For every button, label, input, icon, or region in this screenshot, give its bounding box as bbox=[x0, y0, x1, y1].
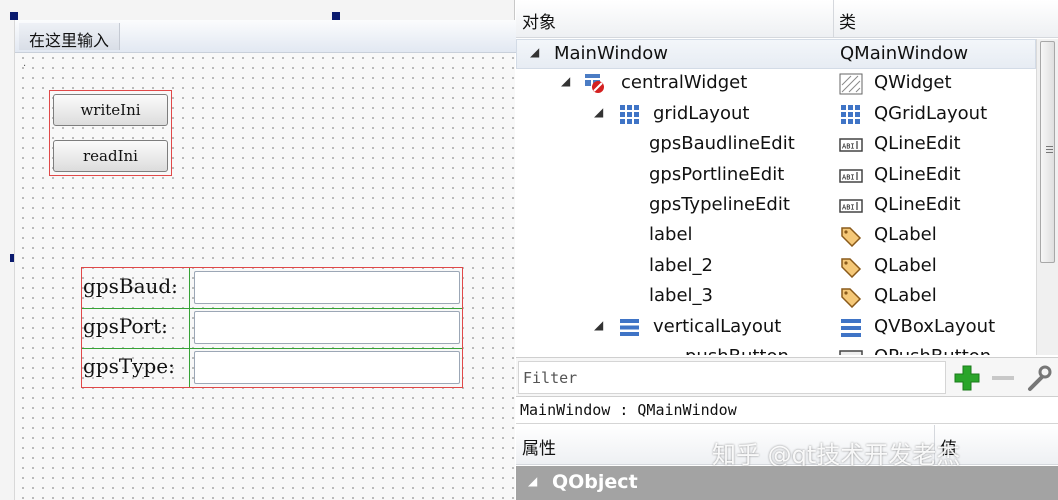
property-group-qobject[interactable]: ◢ QObject bbox=[516, 466, 1058, 500]
svg-text:ABI: ABI bbox=[842, 204, 855, 212]
tree-row-label-3[interactable]: label_3 QLabel bbox=[516, 282, 1036, 312]
object-name: pushButton bbox=[685, 346, 789, 355]
property-editor-header: 属性 值 知乎 @qt技术开发老杰 bbox=[516, 425, 1058, 469]
tree-row-gpsportlineedit[interactable]: gpsPortlineEdit ABI QLineEdit bbox=[516, 161, 1036, 191]
gps-port-label: gpsPort: bbox=[83, 314, 168, 338]
tree-row-gpsbaudlineedit[interactable]: gpsBaudlineEdit ABI QLineEdit bbox=[516, 130, 1036, 160]
write-ini-button[interactable]: writeIni bbox=[53, 94, 168, 126]
tree-row-label[interactable]: label QLabel bbox=[516, 221, 1036, 251]
watermark-text: 知乎 @qt技术开发老杰 bbox=[712, 441, 961, 469]
object-name: centralWidget bbox=[621, 72, 748, 94]
label-tag-icon bbox=[841, 258, 862, 278]
gps-type-line-edit[interactable] bbox=[194, 351, 460, 384]
object-name: gpsBaudlineEdit bbox=[649, 133, 795, 155]
object-name: gpsPortlineEdit bbox=[649, 163, 785, 185]
gps-port-line-edit[interactable] bbox=[194, 311, 460, 344]
tree-row-verticallayout[interactable]: ◢ verticalLayout QVBoxLayout bbox=[516, 313, 1036, 343]
vbox-layout-icon bbox=[841, 318, 861, 337]
tree-vertical-scrollbar[interactable] bbox=[1036, 39, 1058, 355]
class-name: QLabel bbox=[874, 224, 937, 246]
vbox-layout-icon bbox=[620, 318, 639, 336]
class-name: QLabel bbox=[874, 285, 937, 307]
object-name: gpsTypelineEdit bbox=[649, 194, 790, 215]
object-name: label_2 bbox=[649, 254, 713, 276]
grid-row-type: gpsType: bbox=[82, 348, 462, 388]
class-column-header[interactable]: 类 bbox=[839, 8, 856, 33]
line-edit-icon: ABI bbox=[839, 138, 863, 152]
grid-layout-icon bbox=[620, 104, 639, 124]
resize-handle-top-left[interactable] bbox=[10, 12, 18, 20]
header-separator bbox=[833, 0, 834, 38]
qt-designer-window: 在这里输入 . writeIni readIni gpsBaud: gpsPor… bbox=[0, 0, 1058, 500]
add-plus-icon[interactable] bbox=[952, 363, 982, 393]
grid-layout-icon bbox=[841, 104, 860, 124]
class-name: QWidget bbox=[874, 72, 952, 94]
object-name: label_3 bbox=[649, 285, 713, 307]
wrench-icon[interactable] bbox=[1024, 363, 1054, 393]
class-name: QLineEdit bbox=[874, 163, 961, 185]
grip-line bbox=[1046, 152, 1053, 153]
tree-row-centralwidget[interactable]: ◢ centralWidget QWidget bbox=[516, 69, 1036, 99]
expand-arrow-icon[interactable]: ◢ bbox=[528, 474, 537, 488]
object-column-header[interactable]: 对象 bbox=[522, 8, 556, 33]
grid-layout-box[interactable]: gpsBaud: gpsPort: gpsType: bbox=[81, 267, 463, 388]
broken-layout-icon bbox=[585, 74, 604, 94]
gps-baud-line-edit[interactable] bbox=[194, 271, 460, 304]
svg-text:ABI: ABI bbox=[842, 173, 855, 181]
form-editor-area: 在这里输入 . writeIni readIni gpsBaud: gpsPor… bbox=[0, 0, 516, 500]
tree-row-gridlayout[interactable]: ◢ gridLayout QGridLayout bbox=[516, 100, 1036, 130]
resize-handle-top[interactable] bbox=[332, 12, 340, 20]
line-edit-icon: ABI bbox=[839, 199, 863, 213]
class-name: QLineEdit bbox=[874, 133, 961, 155]
read-ini-button[interactable]: readIni bbox=[53, 140, 168, 172]
toolbar-marker: . bbox=[23, 58, 27, 69]
property-group-label: QObject bbox=[552, 471, 638, 493]
class-name: QLabel bbox=[874, 254, 937, 276]
class-name: QPushButton bbox=[874, 346, 991, 355]
filter-bar: Filter bbox=[516, 357, 1058, 397]
object-tree: ◢ MainWindow QMainWindow ◢ centralWidget… bbox=[516, 39, 1036, 355]
widget-icon bbox=[839, 73, 863, 95]
filter-input[interactable]: Filter bbox=[518, 361, 946, 394]
label-tag-icon bbox=[841, 227, 862, 248]
object-name: gridLayout bbox=[653, 102, 750, 124]
tree-row-label-2[interactable]: label_2 QLabel bbox=[516, 252, 1036, 282]
class-name: QGridLayout bbox=[874, 102, 988, 124]
class-name: QLineEdit bbox=[874, 194, 961, 215]
expand-arrow-icon[interactable]: ◢ bbox=[594, 105, 603, 119]
expand-arrow-icon[interactable]: ◢ bbox=[530, 45, 539, 59]
tree-row-mainwindow[interactable]: ◢ MainWindow QMainWindow bbox=[516, 39, 1036, 70]
object-inspector: 对象 类 ◢ MainWindow QMainWindow ◢ centralW… bbox=[516, 0, 1058, 500]
object-name: MainWindow bbox=[554, 43, 668, 64]
remove-minus-icon[interactable] bbox=[988, 363, 1018, 393]
object-name: verticalLayout bbox=[653, 315, 782, 337]
vertical-layout-box[interactable]: writeIni readIni bbox=[49, 90, 172, 176]
grip-line bbox=[1046, 149, 1053, 150]
gps-baud-label: gpsBaud: bbox=[83, 274, 178, 298]
class-name: QVBoxLayout bbox=[874, 315, 996, 337]
expand-arrow-icon[interactable]: ◢ bbox=[594, 318, 603, 332]
scrollbar-thumb[interactable] bbox=[1040, 41, 1055, 263]
grip-line bbox=[1046, 146, 1053, 147]
tree-row-pushbutton[interactable]: pushButton OK QPushButton bbox=[516, 343, 1036, 355]
object-name: label bbox=[649, 224, 693, 246]
form-menu-bar: 在这里输入 bbox=[15, 20, 516, 53]
selected-object-path: MainWindow : QMainWindow bbox=[516, 398, 1058, 424]
main-window-form[interactable]: 在这里输入 . writeIni readIni gpsBaud: gpsPor… bbox=[14, 20, 516, 500]
grid-row-port: gpsPort: bbox=[82, 308, 462, 348]
grid-row-baud: gpsBaud: bbox=[82, 268, 462, 308]
inspector-header: 对象 类 bbox=[516, 0, 1058, 38]
svg-text:ABI: ABI bbox=[842, 143, 855, 151]
line-edit-icon: ABI bbox=[839, 168, 863, 183]
push-button-icon: OK bbox=[839, 350, 863, 355]
label-tag-icon bbox=[841, 288, 862, 309]
property-column-header[interactable]: 属性 bbox=[522, 434, 556, 459]
menu-type-here[interactable]: 在这里输入 bbox=[19, 23, 121, 50]
gps-type-label: gpsType: bbox=[83, 354, 175, 378]
expand-arrow-icon[interactable]: ◢ bbox=[561, 74, 570, 88]
tree-row-gpstypelineedit[interactable]: gpsTypelineEdit ABI QLineEdit bbox=[516, 191, 1036, 221]
class-name: QMainWindow bbox=[840, 43, 969, 64]
